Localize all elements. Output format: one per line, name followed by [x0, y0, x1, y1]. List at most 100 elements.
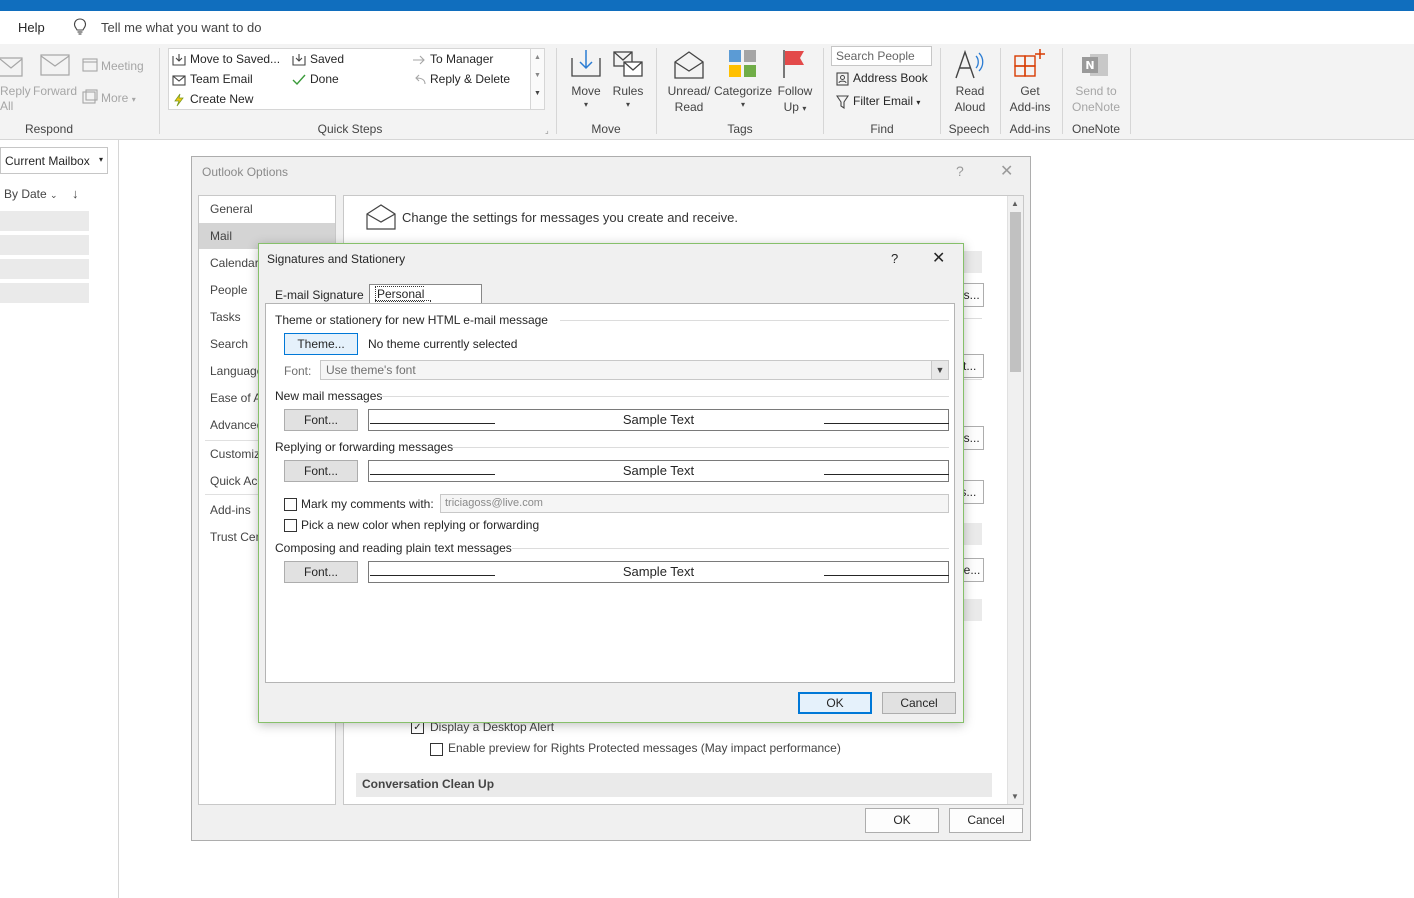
nav-item-general[interactable]: General — [199, 196, 335, 222]
move-label: Move — [571, 84, 601, 98]
options-scrollbar[interactable]: ▲ ▼ — [1007, 196, 1023, 804]
sort-direction-arrow-icon[interactable]: ↓ — [72, 186, 79, 201]
move-icon — [571, 50, 601, 77]
categorize-button[interactable]: Categorize ▾ — [712, 83, 774, 111]
replying-section-title: Replying or forwarding messages — [275, 440, 454, 454]
rules-label: Rules — [612, 84, 644, 98]
quick-step-to-manager[interactable]: To Manager — [412, 50, 493, 68]
quick-step-team-email[interactable]: Team Email — [172, 70, 253, 88]
unread-read-button[interactable]: Unread/ Read — [664, 83, 714, 115]
more-respond-button[interactable]: More ▾ — [101, 90, 136, 108]
chevron-down-icon[interactable]: ▼ — [931, 361, 948, 379]
send-to-onenote-button[interactable]: Send to OneNote — [1066, 83, 1126, 115]
add-ins-group-label: Add-ins — [1009, 122, 1051, 136]
ribbon-separator — [1000, 48, 1001, 134]
ribbon-separator — [940, 48, 941, 134]
lightbulb-icon — [73, 18, 87, 35]
reply-all-label-1: Reply — [0, 84, 31, 98]
theme-button[interactable]: Theme... — [284, 333, 358, 355]
quick-step-label: To Manager — [430, 52, 494, 66]
mark-comments-input[interactable]: triciagoss@live.com — [440, 494, 949, 513]
rights-preview-checkbox[interactable] — [430, 743, 443, 756]
pick-color-checkbox[interactable] — [284, 519, 297, 532]
message-list-item[interactable] — [0, 211, 89, 231]
reply-all-label-2: All — [0, 99, 14, 113]
scroll-up-icon[interactable]: ▲ — [1011, 199, 1019, 208]
sample-line — [824, 423, 949, 424]
sig-dialog-title: Signatures and Stationery — [267, 252, 406, 266]
sample-text: Sample Text — [622, 564, 695, 579]
pane-divider — [118, 140, 119, 898]
sig-cancel-button[interactable]: Cancel — [882, 692, 956, 714]
sample-line — [824, 575, 949, 576]
quick-steps-scroll[interactable]: ▲ ▼ ▼ — [530, 49, 544, 109]
sig-close-icon[interactable]: ✕ — [932, 248, 945, 268]
move-button[interactable]: Move ▾ — [566, 83, 606, 111]
follow-up-label-1: Follow — [777, 84, 813, 98]
tell-me-search[interactable]: Tell me what you want to do — [101, 20, 261, 35]
options-cancel-button[interactable]: Cancel — [949, 808, 1023, 833]
get-add-ins-label-2: Add-ins — [1009, 100, 1051, 114]
reply-all-button[interactable]: Reply All — [0, 83, 31, 113]
options-close-icon[interactable]: ✕ — [1000, 161, 1013, 181]
conversation-clean-up-header: Conversation Clean Up — [356, 773, 992, 797]
get-add-ins-button[interactable]: Get Add-ins — [1004, 83, 1056, 115]
read-aloud-button[interactable]: Read Aloud — [947, 83, 993, 115]
filter-email-label: Filter Email — [853, 94, 914, 108]
quick-step-label: Team Email — [190, 72, 253, 86]
message-list-item[interactable] — [0, 259, 89, 279]
composing-section-title: Composing and reading plain text message… — [275, 541, 512, 555]
quick-step-label: Reply & Delete — [430, 72, 511, 86]
scroll-thumb[interactable] — [1010, 212, 1021, 372]
quick-step-reply-delete[interactable]: Reply & Delete — [412, 70, 510, 88]
help-tab[interactable]: Help — [18, 20, 45, 35]
address-book-button[interactable]: Address Book — [836, 69, 928, 87]
message-list-item[interactable] — [0, 235, 89, 255]
theme-status: No theme currently selected — [368, 337, 518, 351]
message-list-item[interactable] — [0, 283, 89, 303]
rules-button[interactable]: Rules ▾ — [608, 83, 648, 111]
theme-font-label: Font: — [284, 364, 312, 378]
section-divider — [380, 396, 949, 397]
quick-step-move-to-saved[interactable]: Move to Saved... — [172, 50, 280, 68]
get-add-ins-icon — [1014, 49, 1045, 77]
scroll-down-icon[interactable]: ▼ — [1011, 792, 1019, 801]
categorize-label: Categorize — [713, 84, 773, 98]
more-respond-icon — [82, 89, 98, 104]
options-help-icon[interactable]: ? — [956, 163, 964, 179]
reply-icon — [415, 74, 426, 84]
options-ok-button[interactable]: OK — [865, 808, 939, 833]
quick-step-label: Saved — [310, 52, 345, 66]
sig-ok-button[interactable]: OK — [798, 692, 872, 714]
tab-personal-stationery[interactable]: Personal Stationery — [369, 284, 482, 316]
quick-step-done[interactable]: Done — [292, 70, 339, 88]
send-to-onenote-label-2: OneNote — [1071, 100, 1121, 114]
mailbox-scope-dropdown[interactable]: Current Mailbox ▾ — [0, 147, 108, 174]
tab-email-signature[interactable]: E-mail Signature — [275, 288, 364, 302]
sort-by-dropdown[interactable]: By Date ⌄ — [4, 187, 58, 201]
speech-group-label: Speech — [948, 122, 990, 136]
ribbon-separator — [1130, 48, 1131, 134]
forward-button[interactable]: Forward — [32, 83, 78, 99]
replying-font-button[interactable]: Font... — [284, 460, 358, 482]
new-mail-font-button[interactable]: Font... — [284, 409, 358, 431]
send-to-onenote-label-1: Send to — [1075, 84, 1117, 98]
composing-font-button[interactable]: Font... — [284, 561, 358, 583]
envelope-icon — [172, 75, 186, 86]
more-respond-label: More — [101, 91, 129, 105]
move-to-folder-icon — [292, 53, 306, 66]
search-people-input[interactable]: Search People — [831, 46, 932, 66]
dialog-launcher-icon[interactable]: ⌟ — [545, 126, 549, 135]
quick-step-saved[interactable]: Saved — [292, 50, 344, 68]
replying-sample: Sample Text — [368, 460, 949, 482]
sig-help-icon[interactable]: ? — [891, 251, 898, 266]
categorize-icon — [729, 50, 756, 77]
sample-text: Sample Text — [622, 412, 695, 427]
theme-font-select[interactable]: Use theme's font ▼ — [320, 360, 949, 380]
follow-up-button[interactable]: Follow Up ▾ — [774, 83, 816, 117]
theme-section-title: Theme or stationery for new HTML e-mail … — [275, 313, 548, 327]
filter-email-button[interactable]: Filter Email ▾ — [835, 92, 920, 110]
meeting-button[interactable]: Meeting — [101, 58, 144, 74]
mark-comments-checkbox[interactable] — [284, 498, 297, 511]
quick-step-create-new[interactable]: Create New — [172, 90, 253, 108]
